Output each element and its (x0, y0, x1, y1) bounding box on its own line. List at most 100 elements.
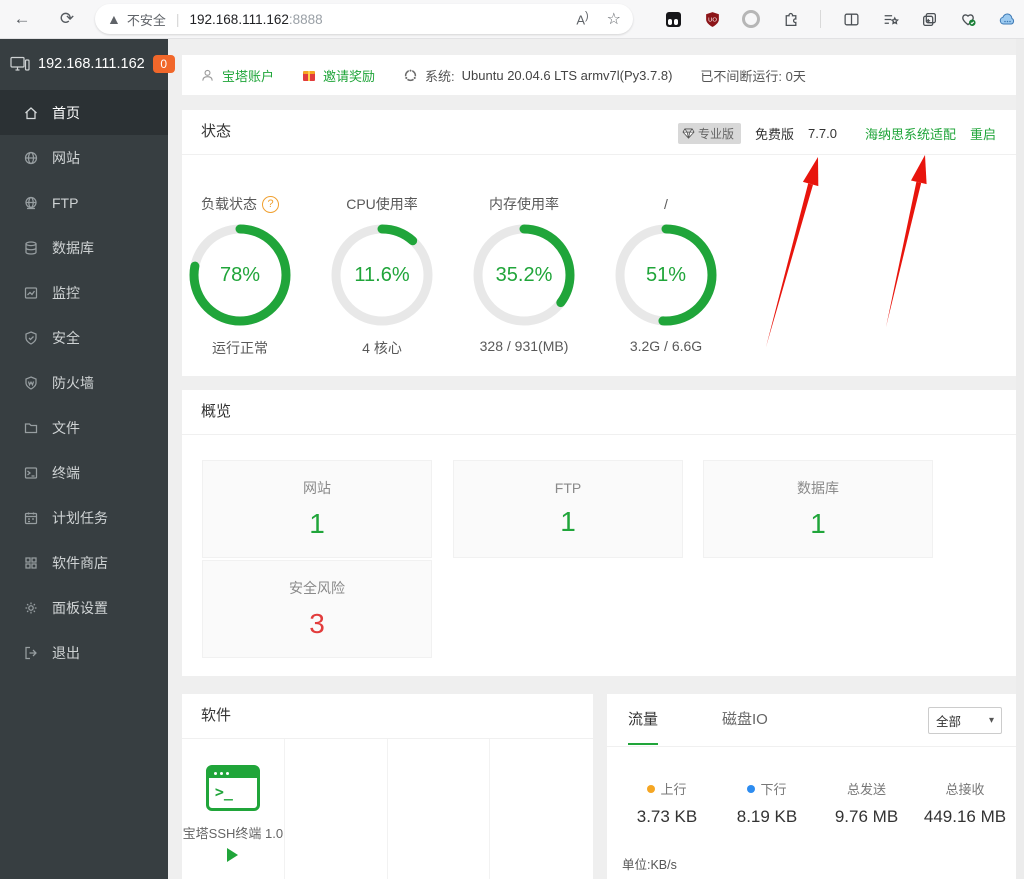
sidebar-item-firewall[interactable]: 防火墙 (0, 360, 168, 405)
sidebar-item-website[interactable]: 网站 (0, 135, 168, 180)
extensions-puzzle-icon[interactable] (781, 10, 799, 28)
duplicate-tab-icon[interactable] (920, 10, 938, 28)
message-count-badge[interactable]: 0 (153, 55, 175, 73)
traffic-card: 流量 磁盘IO 全部▾ 上行 3.73 KB 下行 8.19 KB 总发送 9.… (607, 694, 1016, 879)
logout-icon (23, 645, 39, 661)
gear-icon (23, 600, 39, 616)
software-app-name: 宝塔SSH终端 1.0 (183, 823, 283, 842)
ubuntu-icon (403, 68, 418, 83)
sidebar-item-cron[interactable]: 计划任务 (0, 495, 168, 540)
sidebar-item-files[interactable]: 文件 (0, 405, 168, 450)
server-info[interactable]: 192.168.111.162 0 (0, 38, 168, 90)
refresh-icon[interactable]: ⟳ (55, 7, 79, 31)
gauge-sub: 328 / 931(MB) (480, 338, 569, 354)
gauge-value: 51% (614, 223, 718, 327)
favorite-star-icon[interactable]: ☆ (607, 9, 621, 29)
downstream-dot-icon (747, 785, 755, 793)
read-aloud-icon[interactable]: A) (576, 10, 588, 27)
sidebar-item-appstore[interactable]: 软件商店 (0, 540, 168, 585)
system-info: 系统: Ubuntu 20.04.6 LTS armv7l(Py3.7.8) (403, 66, 672, 85)
globe-icon (23, 150, 39, 166)
server-monitor-icon (10, 55, 30, 73)
sidebar-item-ftp[interactable]: FTP (0, 180, 168, 225)
bt-ssh-terminal-icon[interactable]: >_ (206, 765, 260, 811)
sidebar-item-database[interactable]: 数据库 (0, 225, 168, 270)
overview-ftp[interactable]: FTP1 (453, 460, 683, 558)
help-icon[interactable]: ? (262, 196, 279, 213)
grid-icon (23, 555, 39, 571)
page-scrollbar[interactable] (1016, 38, 1024, 879)
database-icon (23, 240, 39, 256)
stat-upstream: 上行 3.73 KB (617, 779, 717, 827)
site-security[interactable]: ▲ 不安全 (107, 10, 166, 29)
free-version-label: 免费版 (755, 124, 794, 143)
sidebar-item-home[interactable]: 首页 (0, 90, 168, 135)
status-card: 状态 专业版 免费版 7.7.0 海纳思系统适配 重启 负载状态 ? 78% 运… (182, 110, 1016, 376)
overview-security-risk[interactable]: 安全风险3 (202, 560, 432, 658)
folder-icon (23, 420, 39, 436)
gauge-sub: 3.2G / 6.6G (630, 338, 702, 354)
top-info-bar: 宝塔账户 邀请奖励 系统: Ubuntu 20.04.6 LTS armv7l(… (182, 55, 1016, 95)
uptime-text: 已不间断运行: 0天 (700, 66, 805, 85)
profile-cloud-icon[interactable] (998, 10, 1016, 28)
shield-check-icon (23, 330, 39, 346)
svg-text:UO: UO (708, 17, 717, 23)
panel-version: 7.7.0 (808, 126, 837, 141)
browser-essentials-icon[interactable] (959, 10, 977, 28)
sidebar-item-settings[interactable]: 面板设置 (0, 585, 168, 630)
sidebar-item-logout[interactable]: 退出 (0, 630, 168, 675)
software-app-cell[interactable]: >_ 宝塔SSH终端 1.0 (182, 739, 285, 879)
split-screen-icon[interactable] (842, 10, 860, 28)
collections-icon[interactable] (881, 10, 899, 28)
ublock-shield-icon[interactable]: UO (703, 10, 721, 28)
extension-ring-icon[interactable] (742, 10, 760, 28)
divider: | (176, 11, 180, 27)
gauge-disk-root: / 51% 3.2G / 6.6G (608, 194, 724, 354)
gauge-cpu: CPU使用率 11.6% 4 核心 (324, 194, 440, 358)
gauge-value: 78% (188, 223, 292, 327)
sidebar-item-security[interactable]: 安全 (0, 315, 168, 360)
hinas-adapt-link[interactable]: 海纳思系统适配 (865, 124, 956, 143)
url-text[interactable]: 192.168.111.162:8888 (190, 12, 323, 27)
security-label: 不安全 (127, 10, 166, 29)
waf-shield-icon (23, 375, 39, 391)
sidebar-item-terminal[interactable]: 终端 (0, 450, 168, 495)
terminal-icon (23, 465, 39, 481)
browser-toolbar: ← ⟳ ▲ 不安全 | 192.168.111.162:8888 A) ☆ UO (0, 0, 1024, 39)
unit-label: 单位:KB/s (622, 854, 677, 873)
calendar-icon (23, 510, 39, 526)
software-title: 软件 (182, 694, 593, 739)
pro-version-badge[interactable]: 专业版 (678, 123, 741, 144)
overview-database[interactable]: 数据库1 (703, 460, 933, 558)
gauge-value: 35.2% (472, 223, 576, 327)
address-bar[interactable]: ▲ 不安全 | 192.168.111.162:8888 A) ☆ (95, 4, 633, 34)
gauge-memory: 内存使用率 35.2% 328 / 931(MB) (466, 194, 582, 354)
sidebar-item-monitor[interactable]: 监控 (0, 270, 168, 315)
tab-disk-io[interactable]: 磁盘IO (722, 694, 768, 743)
sidebar: 192.168.111.162 0 首页 网站 FTP 数据库 监控 安全 防火… (0, 38, 168, 879)
overview-website[interactable]: 网站1 (202, 460, 432, 558)
extension-dark-icon[interactable] (664, 10, 682, 28)
home-icon (23, 105, 39, 121)
toolbar-divider (820, 10, 821, 28)
software-empty-cell (285, 739, 388, 879)
ftp-globe-icon (23, 195, 39, 211)
app-running-play-icon[interactable] (227, 848, 238, 862)
stat-total-received: 总接收 449.16 MB (915, 779, 1015, 827)
monitor-chart-icon (23, 285, 39, 301)
restart-link[interactable]: 重启 (970, 124, 996, 143)
gift-icon (302, 68, 316, 82)
diamond-icon (682, 128, 695, 139)
upstream-dot-icon (647, 785, 655, 793)
gauge-load: 负载状态 ? 78% 运行正常 (182, 194, 298, 358)
bt-account-link[interactable]: 宝塔账户 (200, 66, 274, 85)
tab-traffic[interactable]: 流量 (628, 694, 658, 745)
software-empty-cell (388, 739, 491, 879)
invite-reward-link[interactable]: 邀请奖励 (302, 66, 375, 85)
gauge-value: 11.6% (330, 223, 434, 327)
traffic-range-select[interactable]: 全部▾ (928, 707, 1002, 734)
software-empty-cell (490, 739, 593, 879)
user-icon (200, 68, 215, 83)
warning-icon: ▲ (107, 11, 121, 27)
back-icon[interactable]: ← (10, 7, 34, 31)
